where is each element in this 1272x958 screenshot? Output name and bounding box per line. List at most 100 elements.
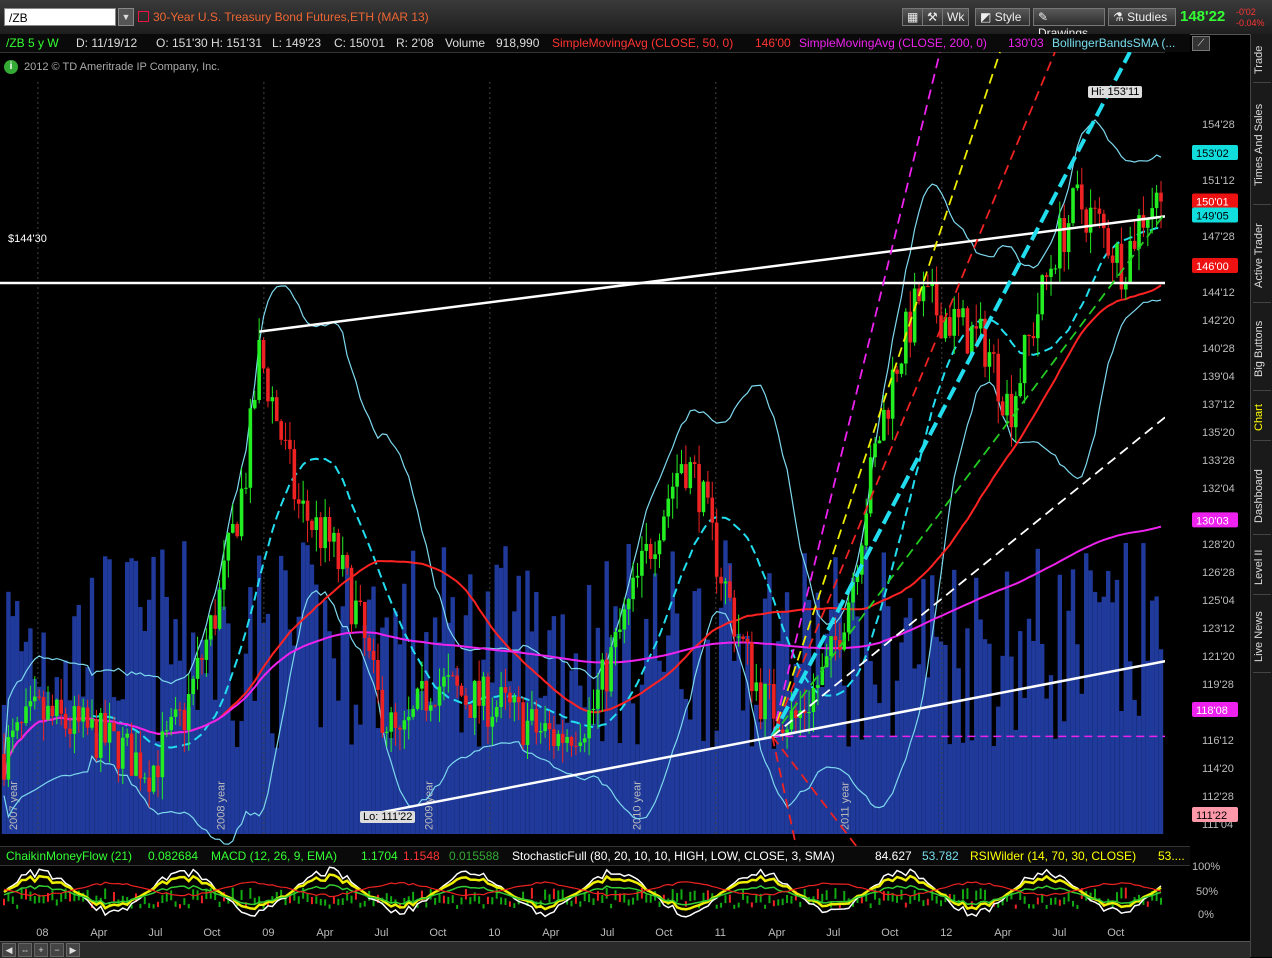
- candle-body: [508, 692, 512, 703]
- price-tick-label: 132'04: [1202, 483, 1235, 495]
- studies-button[interactable]: ⚗ Studies: [1108, 8, 1176, 26]
- macd-avg: 1.1548: [403, 849, 440, 863]
- candle-body: [129, 733, 134, 776]
- sma200-label[interactable]: SimpleMovingAvg (CLOSE, 200, 0): [799, 36, 987, 50]
- pencil-icon: ✎: [1038, 10, 1049, 24]
- volume-bar: [305, 545, 310, 882]
- expand-icon[interactable]: ⇔: [18, 943, 32, 957]
- candle-body: [455, 675, 459, 686]
- histogram-bar: [55, 899, 58, 906]
- zoom-out-icon[interactable]: −: [50, 943, 64, 957]
- histogram-bar: [592, 898, 595, 905]
- candle-body: [701, 481, 706, 513]
- tab-active-trader[interactable]: Active Trader: [1253, 210, 1271, 303]
- histogram-bar: [882, 891, 885, 901]
- tab-level-ii[interactable]: Level II: [1253, 540, 1271, 595]
- time-tick-label: Jul: [374, 927, 388, 939]
- candle-body: [402, 720, 407, 730]
- year-label: 2010 year: [631, 781, 643, 830]
- volume-bar: [833, 557, 838, 882]
- candle-body: [939, 315, 943, 339]
- gann-fan-line: [770, 52, 1132, 738]
- candle-body: [411, 708, 415, 717]
- tab-live-news[interactable]: Live News: [1253, 602, 1271, 673]
- histogram-bar: [310, 897, 313, 905]
- scroll-right-icon[interactable]: ▶: [66, 943, 80, 957]
- candle-body: [684, 464, 688, 489]
- time-tick-label: Jul: [600, 927, 614, 939]
- sma50-value: 146'00: [755, 36, 791, 50]
- histogram-bar: [372, 900, 375, 907]
- tab-trade[interactable]: Trade: [1253, 38, 1271, 83]
- symbol-dropdown-button[interactable]: ▼: [118, 8, 134, 26]
- symbol-period[interactable]: /ZB 5 y W: [6, 36, 59, 50]
- wk-button[interactable]: Wk: [942, 8, 970, 26]
- price-chart[interactable]: 2007 year 2008 year 2009 year 2010 year 2011…: [0, 52, 1250, 942]
- histogram-bar: [552, 888, 555, 900]
- time-tick-label: 11: [715, 927, 726, 939]
- stochastic-k: 84.627: [875, 849, 912, 863]
- bar-high: H: 151'31: [211, 36, 262, 50]
- candle-body: [1110, 255, 1115, 263]
- time-tick-label: Oct: [655, 927, 672, 939]
- histogram-bar: [588, 893, 591, 903]
- candle-body: [314, 517, 319, 531]
- price-bubble-label: 150'01: [1196, 197, 1229, 209]
- candle-body: [156, 765, 160, 778]
- candle-body: [1075, 184, 1080, 189]
- candle-body: [521, 702, 525, 745]
- histogram-bar: [680, 889, 683, 900]
- price-tick-label: 137'12: [1202, 399, 1235, 411]
- candle-body: [622, 609, 627, 630]
- candle-body: [767, 683, 772, 685]
- candle-body: [899, 363, 904, 374]
- candle-body: [714, 522, 719, 577]
- candle-body: [10, 730, 15, 738]
- macd-label[interactable]: MACD (12, 26, 9, EMA): [211, 849, 337, 863]
- candle-body: [1000, 401, 1005, 416]
- wrench-icon[interactable]: ⚒: [922, 8, 943, 26]
- candle-body: [547, 723, 552, 730]
- bottom-scroll-bar: ◀ ⇔ + − ▶: [0, 941, 1250, 958]
- style-button[interactable]: ◩ Style: [975, 8, 1030, 26]
- sma50-label[interactable]: SimpleMovingAvg (CLOSE, 50, 0): [552, 36, 733, 50]
- drawings-button[interactable]: ✎ Drawings: [1033, 8, 1105, 40]
- histogram-bar: [750, 902, 753, 908]
- stochastic-label[interactable]: StochasticFull (80, 20, 10, 10, HIGH, LO…: [512, 849, 835, 863]
- candle-body: [1040, 275, 1045, 315]
- cmf-label[interactable]: ChaikinMoneyFlow (21): [6, 849, 132, 863]
- histogram-bar: [491, 897, 494, 905]
- candle-body: [222, 560, 226, 590]
- candle-body: [644, 543, 649, 551]
- tab-chart[interactable]: Chart: [1253, 396, 1271, 441]
- lower-study-bar: ChaikinMoneyFlow (21) 0.082684 MACD (12,…: [0, 846, 1190, 866]
- symbol-input[interactable]: /ZB: [4, 8, 116, 26]
- candle-body: [934, 283, 939, 316]
- histogram-bar: [11, 896, 14, 904]
- histogram-bar: [742, 889, 745, 900]
- histogram-bar: [706, 890, 709, 901]
- histogram-bar: [834, 888, 837, 899]
- drawing-tool-icon[interactable]: ⟋: [1192, 36, 1210, 51]
- candle-body: [138, 752, 143, 779]
- candle-body: [670, 486, 675, 499]
- histogram-bar: [473, 892, 476, 902]
- rsi-label[interactable]: RSIWilder (14, 70, 30, CLOSE): [970, 849, 1136, 863]
- layout-icon[interactable]: ▦: [902, 8, 924, 26]
- histogram-bar: [139, 903, 142, 909]
- bollinger-label[interactable]: BollingerBandsSMA (...: [1052, 36, 1175, 50]
- histogram-bar: [319, 898, 322, 906]
- scroll-left-icon[interactable]: ◀: [2, 943, 16, 957]
- tab-times-and-sales[interactable]: Times And Sales: [1253, 86, 1271, 205]
- time-tick-label: 09: [262, 927, 274, 939]
- histogram-bar: [1160, 897, 1162, 905]
- candle-body: [191, 678, 195, 695]
- histogram-bar: [843, 891, 846, 901]
- candle-body: [516, 696, 521, 703]
- candle-body: [758, 682, 763, 720]
- tab-big-buttons[interactable]: Big Buttons: [1253, 308, 1271, 391]
- candle-body: [582, 738, 587, 743]
- candle-body: [433, 705, 437, 707]
- tab-dashboard[interactable]: Dashboard: [1253, 458, 1271, 535]
- zoom-in-icon[interactable]: +: [34, 943, 48, 957]
